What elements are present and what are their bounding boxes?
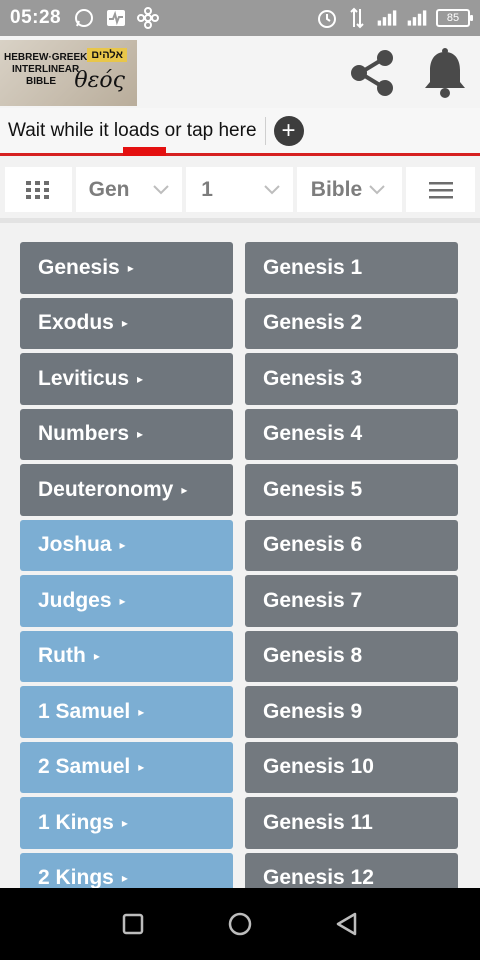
chapter-button[interactable]: Genesis 5 — [245, 464, 458, 516]
chapter-button[interactable]: Genesis 1 — [245, 242, 458, 294]
chapter-button[interactable]: Genesis 11 — [245, 797, 458, 849]
grid-icon — [26, 180, 50, 199]
expand-triangle-icon: ▸ — [119, 593, 126, 608]
chapter-select[interactable]: 1 — [186, 167, 293, 212]
book-label: 1 Samuel — [38, 699, 131, 723]
book-button[interactable]: Joshua ▸ — [20, 519, 233, 571]
book-label: 2 Kings — [38, 866, 114, 890]
chevron-down-icon — [264, 184, 280, 194]
chapter-button[interactable]: Genesis 8 — [245, 630, 458, 682]
book-button[interactable]: Deuteronomy ▸ — [20, 464, 233, 516]
book-label: 1 Kings — [38, 810, 114, 834]
menu-button[interactable] — [406, 167, 476, 212]
reference-nav: Gen 1 Bible — [5, 167, 476, 212]
section-divider — [0, 218, 480, 223]
alarm-icon — [316, 7, 338, 29]
book-button[interactable]: Numbers ▸ — [20, 408, 233, 460]
system-nav-bar — [0, 888, 480, 960]
bell-icon — [425, 48, 465, 98]
expand-triangle-icon: ▸ — [121, 871, 128, 886]
book-label: Exodus — [38, 311, 114, 335]
expand-triangle-icon: ▸ — [138, 704, 145, 719]
expand-triangle-icon: ▸ — [93, 649, 100, 664]
expand-triangle-icon: ▸ — [121, 316, 128, 331]
back-button[interactable] — [333, 910, 361, 938]
book-list: Genesis ▸ Exodus ▸ Leviticus ▸ Numbers ▸ Deutero… — [20, 242, 233, 904]
chapter-button[interactable]: Genesis 10 — [245, 741, 458, 793]
chapter-button[interactable]: Genesis 4 — [245, 408, 458, 460]
book-label: Joshua — [38, 533, 112, 557]
battery-icon: 85 — [436, 9, 473, 27]
book-button[interactable]: Exodus ▸ — [20, 297, 233, 349]
book-button[interactable]: Leviticus ▸ — [20, 353, 233, 405]
hamburger-menu-icon — [428, 181, 453, 198]
book-label: Numbers — [38, 422, 130, 446]
book-button[interactable]: Ruth ▸ — [20, 630, 233, 682]
status-time: 05:28 — [10, 7, 62, 28]
book-button[interactable]: Genesis ▸ — [20, 242, 233, 294]
book-label: Leviticus — [38, 366, 130, 390]
app-header: HEBREW·GREEK INTERLINEAR BIBLE אלהים θεό… — [0, 36, 480, 108]
load-progress-indicator — [123, 147, 166, 156]
fan-icon — [137, 7, 160, 29]
chevron-down-icon — [369, 184, 385, 194]
data-transfer-icon — [346, 7, 368, 29]
load-banner[interactable]: Wait while it loads or tap here + — [0, 108, 480, 156]
recent-apps-button[interactable] — [119, 910, 147, 938]
expand-triangle-icon: ▸ — [138, 760, 145, 775]
share-button[interactable] — [345, 46, 399, 100]
book-label: Deuteronomy — [38, 477, 174, 501]
status-bar: 05:28 85 — [0, 0, 480, 36]
expand-triangle-icon: ▸ — [137, 371, 144, 386]
book-select[interactable]: Gen — [75, 167, 183, 212]
expand-triangle-icon: ▸ — [119, 538, 126, 553]
add-button[interactable]: + — [273, 115, 304, 146]
expand-triangle-icon: ▸ — [121, 815, 128, 830]
whatsapp-icon — [73, 7, 95, 29]
book-label: Judges — [38, 588, 112, 612]
expand-triangle-icon: ▸ — [137, 427, 144, 442]
square-icon — [123, 913, 144, 935]
chapter-button[interactable]: Genesis 6 — [245, 519, 458, 571]
chapter-list: Genesis 1 Genesis 2 Genesis 3 Genesis 4 Gene… — [245, 242, 458, 904]
book-button[interactable]: 2 Samuel ▸ — [20, 741, 233, 793]
book-select-value: Gen — [88, 177, 130, 201]
bible-select-value: Bible — [310, 177, 363, 201]
signal-icon-2 — [406, 7, 428, 29]
banner-divider — [264, 116, 266, 145]
chapter-button[interactable]: Genesis 7 — [245, 575, 458, 627]
expand-triangle-icon: ▸ — [181, 482, 188, 497]
book-label: Genesis — [38, 255, 120, 279]
app-logo[interactable]: HEBREW·GREEK INTERLINEAR BIBLE אלהים θεό… — [0, 40, 137, 106]
circle-icon — [228, 912, 252, 936]
chapter-select-value: 1 — [201, 177, 213, 201]
grid-view-button[interactable] — [5, 167, 72, 212]
activity-icon — [105, 7, 127, 29]
notifications-button[interactable] — [420, 46, 470, 100]
chapter-button[interactable]: Genesis 2 — [245, 297, 458, 349]
logo-hebrew: אלהים — [87, 48, 127, 62]
home-button[interactable] — [226, 910, 254, 938]
chapter-button[interactable]: Genesis 9 — [245, 686, 458, 738]
book-label: Ruth — [38, 644, 86, 668]
book-label: 2 Samuel — [38, 755, 131, 779]
bible-select[interactable]: Bible — [296, 167, 403, 212]
book-button[interactable]: Judges ▸ — [20, 575, 233, 627]
chevron-down-icon — [153, 184, 169, 194]
chapter-button[interactable]: Genesis 3 — [245, 353, 458, 405]
book-button[interactable]: 1 Kings ▸ — [20, 797, 233, 849]
expand-triangle-icon: ▸ — [127, 260, 134, 275]
signal-icon — [376, 7, 398, 29]
triangle-back-icon — [336, 912, 356, 936]
book-button[interactable]: 1 Samuel ▸ — [20, 686, 233, 738]
load-banner-text[interactable]: Wait while it loads or tap here — [0, 120, 257, 142]
share-icon — [351, 50, 393, 96]
logo-greek: θεός — [74, 68, 125, 93]
